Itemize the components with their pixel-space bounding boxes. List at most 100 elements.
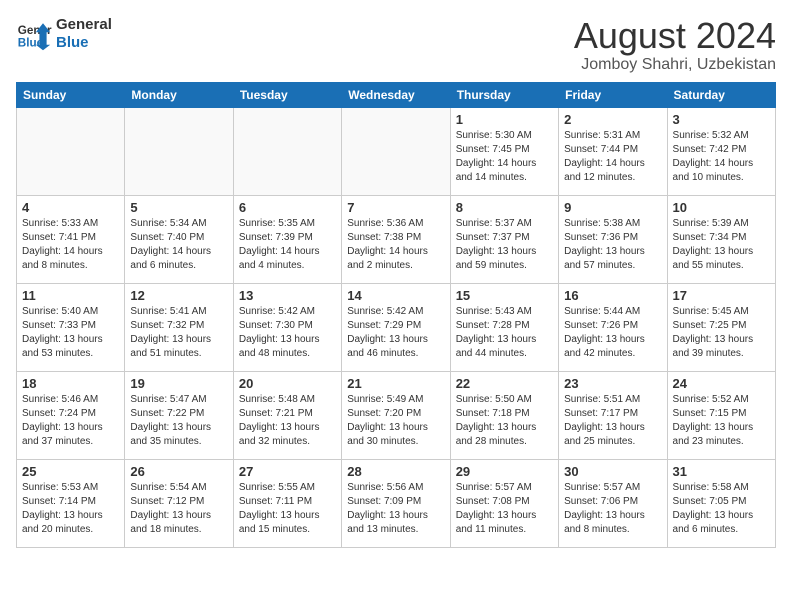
- day-number: 27: [239, 464, 336, 479]
- day-cell-3: 3 Sunrise: 5:32 AM Sunset: 7:42 PM Daylig…: [667, 107, 775, 195]
- empty-cell: [342, 107, 450, 195]
- day-info: Sunrise: 5:41 AM Sunset: 7:32 PM Dayligh…: [130, 305, 227, 361]
- day-cell-24: 24 Sunrise: 5:52 AM Sunset: 7:15 PM Dayli…: [667, 371, 775, 459]
- day-cell-21: 21 Sunrise: 5:49 AM Sunset: 7:20 PM Dayli…: [342, 371, 450, 459]
- day-number: 2: [564, 112, 661, 127]
- day-number: 22: [456, 376, 553, 391]
- day-number: 17: [673, 288, 770, 303]
- day-cell-17: 17 Sunrise: 5:45 AM Sunset: 7:25 PM Dayli…: [667, 283, 775, 371]
- day-number: 11: [22, 288, 119, 303]
- day-cell-6: 6 Sunrise: 5:35 AM Sunset: 7:39 PM Daylig…: [233, 195, 341, 283]
- day-info: Sunrise: 5:32 AM Sunset: 7:42 PM Dayligh…: [673, 129, 770, 185]
- week-row-1: 1 Sunrise: 5:30 AM Sunset: 7:45 PM Daylig…: [17, 107, 776, 195]
- day-number: 28: [347, 464, 444, 479]
- day-number: 5: [130, 200, 227, 215]
- day-number: 10: [673, 200, 770, 215]
- day-info: Sunrise: 5:30 AM Sunset: 7:45 PM Dayligh…: [456, 129, 553, 185]
- day-number: 13: [239, 288, 336, 303]
- day-cell-20: 20 Sunrise: 5:48 AM Sunset: 7:21 PM Dayli…: [233, 371, 341, 459]
- day-info: Sunrise: 5:33 AM Sunset: 7:41 PM Dayligh…: [22, 217, 119, 273]
- weekday-header-sunday: Sunday: [17, 82, 125, 107]
- day-info: Sunrise: 5:48 AM Sunset: 7:21 PM Dayligh…: [239, 393, 336, 449]
- day-info: Sunrise: 5:42 AM Sunset: 7:29 PM Dayligh…: [347, 305, 444, 361]
- month-year: August 2024: [574, 16, 776, 56]
- day-cell-22: 22 Sunrise: 5:50 AM Sunset: 7:18 PM Dayli…: [450, 371, 558, 459]
- day-cell-28: 28 Sunrise: 5:56 AM Sunset: 7:09 PM Dayli…: [342, 459, 450, 547]
- logo: General Blue General Blue: [16, 16, 112, 52]
- day-info: Sunrise: 5:31 AM Sunset: 7:44 PM Dayligh…: [564, 129, 661, 185]
- day-cell-9: 9Sunrise: 5:38 AM Sunset: 7:36 PM Daylig…: [559, 195, 667, 283]
- day-info: Sunrise: 5:34 AM Sunset: 7:40 PM Dayligh…: [130, 217, 227, 273]
- day-number: 4: [22, 200, 119, 215]
- day-number: 20: [239, 376, 336, 391]
- day-info: Sunrise: 5:57 AM Sunset: 7:08 PM Dayligh…: [456, 481, 553, 537]
- day-number: 7: [347, 200, 444, 215]
- logo-blue: Blue: [56, 34, 112, 52]
- day-info: Sunrise: 5:52 AM Sunset: 7:15 PM Dayligh…: [673, 393, 770, 449]
- day-info: Sunrise: 5:54 AM Sunset: 7:12 PM Dayligh…: [130, 481, 227, 537]
- week-row-5: 25 Sunrise: 5:53 AM Sunset: 7:14 PM Dayli…: [17, 459, 776, 547]
- day-number: 26: [130, 464, 227, 479]
- day-number: 14: [347, 288, 444, 303]
- day-number: 1: [456, 112, 553, 127]
- week-row-4: 18 Sunrise: 5:46 AM Sunset: 7:24 PM Dayli…: [17, 371, 776, 459]
- day-info: Sunrise: 5:50 AM Sunset: 7:18 PM Dayligh…: [456, 393, 553, 449]
- day-cell-8: 8 Sunrise: 5:37 AM Sunset: 7:37 PM Daylig…: [450, 195, 558, 283]
- day-info: Sunrise: 5:39 AM Sunset: 7:34 PM Dayligh…: [673, 217, 770, 273]
- day-cell-27: 27 Sunrise: 5:55 AM Sunset: 7:11 PM Dayli…: [233, 459, 341, 547]
- day-number: 21: [347, 376, 444, 391]
- day-cell-10: 10 Sunrise: 5:39 AM Sunset: 7:34 PM Dayli…: [667, 195, 775, 283]
- title-block: August 2024 Jomboy Shahri, Uzbekistan: [574, 16, 776, 74]
- logo-icon: General Blue: [16, 16, 52, 52]
- day-info: Sunrise: 5:35 AM Sunset: 7:39 PM Dayligh…: [239, 217, 336, 273]
- weekday-header-thursday: Thursday: [450, 82, 558, 107]
- weekday-header-saturday: Saturday: [667, 82, 775, 107]
- day-info: Sunrise: 5:40 AM Sunset: 7:33 PM Dayligh…: [22, 305, 119, 361]
- day-cell-4: 4 Sunrise: 5:33 AM Sunset: 7:41 PM Daylig…: [17, 195, 125, 283]
- day-number: 24: [673, 376, 770, 391]
- location: Jomboy Shahri, Uzbekistan: [574, 56, 776, 74]
- day-info: Sunrise: 5:56 AM Sunset: 7:09 PM Dayligh…: [347, 481, 444, 537]
- day-number: 6: [239, 200, 336, 215]
- day-info: Sunrise: 5:58 AM Sunset: 7:05 PM Dayligh…: [673, 481, 770, 537]
- day-number: 15: [456, 288, 553, 303]
- day-info: Sunrise: 5:42 AM Sunset: 7:30 PM Dayligh…: [239, 305, 336, 361]
- day-number: 25: [22, 464, 119, 479]
- logo-general: General: [56, 16, 112, 34]
- day-cell-23: 23Sunrise: 5:51 AM Sunset: 7:17 PM Dayli…: [559, 371, 667, 459]
- day-cell-12: 12 Sunrise: 5:41 AM Sunset: 7:32 PM Dayli…: [125, 283, 233, 371]
- day-cell-30: 30 Sunrise: 5:57 AM Sunset: 7:06 PM Dayli…: [559, 459, 667, 547]
- day-cell-29: 29 Sunrise: 5:57 AM Sunset: 7:08 PM Dayli…: [450, 459, 558, 547]
- day-number: 12: [130, 288, 227, 303]
- day-info: Sunrise: 5:49 AM Sunset: 7:20 PM Dayligh…: [347, 393, 444, 449]
- day-cell-5: 5 Sunrise: 5:34 AM Sunset: 7:40 PM Daylig…: [125, 195, 233, 283]
- day-info: Sunrise: 5:37 AM Sunset: 7:37 PM Dayligh…: [456, 217, 553, 273]
- day-number: 3: [673, 112, 770, 127]
- day-info: Sunrise: 5:51 AM Sunset: 7:17 PM Dayligh…: [564, 393, 661, 449]
- day-number: 16: [564, 288, 661, 303]
- day-number: 29: [456, 464, 553, 479]
- day-info: Sunrise: 5:55 AM Sunset: 7:11 PM Dayligh…: [239, 481, 336, 537]
- day-cell-16: 16 Sunrise: 5:44 AM Sunset: 7:26 PM Dayli…: [559, 283, 667, 371]
- weekday-header-monday: Monday: [125, 82, 233, 107]
- day-info: Sunrise: 5:53 AM Sunset: 7:14 PM Dayligh…: [22, 481, 119, 537]
- day-cell-11: 11 Sunrise: 5:40 AM Sunset: 7:33 PM Dayli…: [17, 283, 125, 371]
- day-number: 18: [22, 376, 119, 391]
- day-number: 19: [130, 376, 227, 391]
- weekday-header-wednesday: Wednesday: [342, 82, 450, 107]
- day-cell-14: 14 Sunrise: 5:42 AM Sunset: 7:29 PM Dayli…: [342, 283, 450, 371]
- day-info: Sunrise: 5:44 AM Sunset: 7:26 PM Dayligh…: [564, 305, 661, 361]
- day-info: Sunrise: 5:45 AM Sunset: 7:25 PM Dayligh…: [673, 305, 770, 361]
- day-number: 30: [564, 464, 661, 479]
- day-cell-7: 7 Sunrise: 5:36 AM Sunset: 7:38 PM Daylig…: [342, 195, 450, 283]
- weekday-header-tuesday: Tuesday: [233, 82, 341, 107]
- day-info: Sunrise: 5:38 AM Sunset: 7:36 PM Dayligh…: [564, 217, 661, 273]
- day-info: Sunrise: 5:36 AM Sunset: 7:38 PM Dayligh…: [347, 217, 444, 273]
- day-info: Sunrise: 5:46 AM Sunset: 7:24 PM Dayligh…: [22, 393, 119, 449]
- day-number: 8: [456, 200, 553, 215]
- day-cell-25: 25 Sunrise: 5:53 AM Sunset: 7:14 PM Dayli…: [17, 459, 125, 547]
- weekday-header-friday: Friday: [559, 82, 667, 107]
- day-info: Sunrise: 5:57 AM Sunset: 7:06 PM Dayligh…: [564, 481, 661, 537]
- empty-cell: [233, 107, 341, 195]
- page-header: General Blue General Blue August 2024 Jo…: [16, 16, 776, 74]
